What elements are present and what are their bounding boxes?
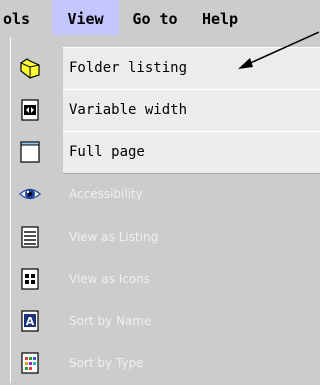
menu-item-label: Accessibility: [69, 187, 143, 201]
menu-go-to[interactable]: Go to: [124, 0, 186, 35]
menu-item-label: Full page: [63, 131, 320, 174]
folder-icon: [19, 57, 41, 79]
menu-item-label: Sort by Type: [69, 356, 144, 370]
menu-item-full-page[interactable]: Full page: [11, 131, 320, 174]
menu-bar: ols View Go to Help: [0, 0, 319, 35]
listing-icon: [19, 226, 41, 248]
full-page-icon: [19, 141, 41, 163]
menu-item-label: View as Icons: [69, 272, 151, 286]
variable-width-icon: [19, 99, 41, 121]
icons-view-icon: [19, 268, 41, 290]
menu-item-label: Sort by Name: [69, 314, 152, 328]
svg-text:A: A: [26, 315, 35, 328]
menu-item-accessibility[interactable]: Accessibility: [11, 173, 320, 216]
menu-item-variable-width[interactable]: Variable width: [11, 89, 320, 132]
menu-item-view-as-listing[interactable]: View as Listing: [11, 216, 320, 259]
view-menu-dropdown: Folder listing Variable width Full page: [10, 37, 320, 383]
menu-item-label: Variable width: [63, 89, 320, 132]
menu-tools[interactable]: ols: [0, 0, 48, 35]
menu-item-sort-by-type[interactable]: Sort by Type: [11, 342, 320, 385]
sort-name-icon: A: [19, 310, 41, 332]
menu-item-label: Folder listing: [63, 47, 320, 90]
menu-help[interactable]: Help: [195, 0, 245, 35]
menu-item-folder-listing[interactable]: Folder listing: [11, 47, 320, 90]
menu-view[interactable]: View: [52, 0, 119, 35]
eye-icon: [18, 183, 42, 205]
menu-item-label: View as Listing: [69, 230, 159, 244]
menu-item-sort-by-name[interactable]: A Sort by Name: [11, 300, 320, 343]
sort-type-icon: [19, 352, 41, 374]
menu-item-view-as-icons[interactable]: View as Icons: [11, 258, 320, 301]
